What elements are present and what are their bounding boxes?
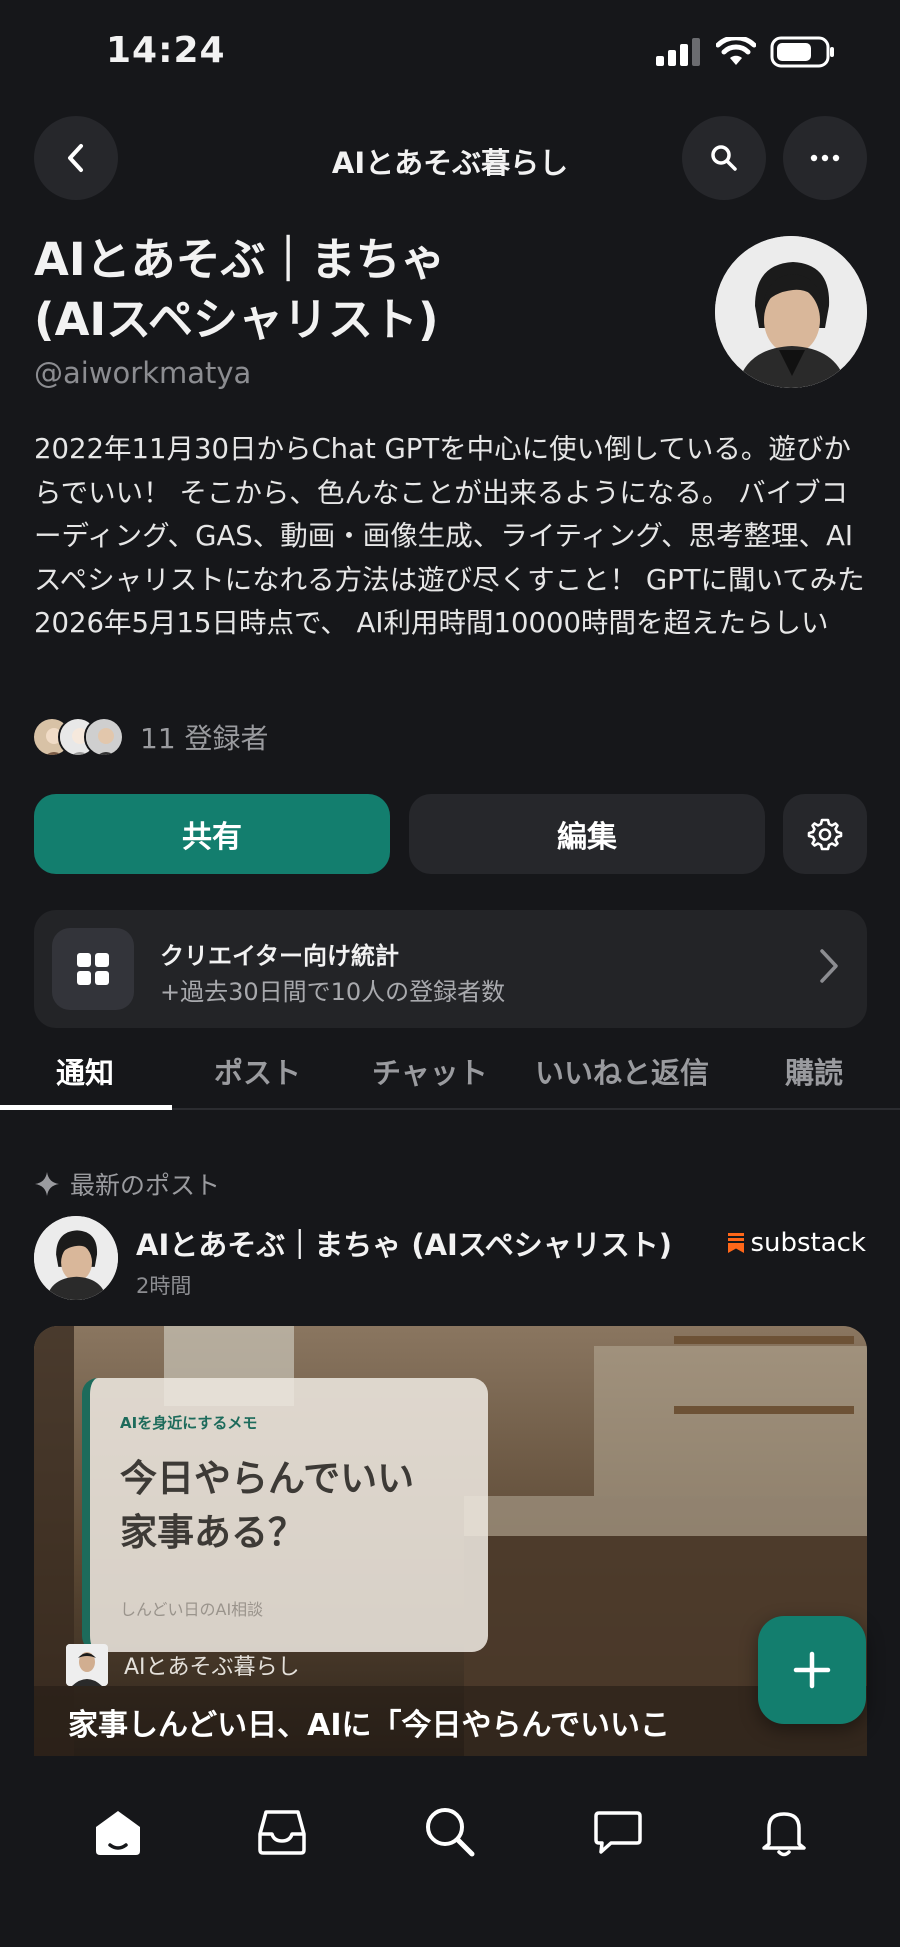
post-author-name[interactable]: AIとあそぶ｜まちゃ (AIスペシャリスト) <box>136 1222 672 1264</box>
person-portrait-icon <box>34 1216 118 1300</box>
nav-home[interactable] <box>82 1796 154 1868</box>
chat-bubble-icon <box>594 1811 642 1854</box>
nav-search[interactable] <box>414 1796 486 1868</box>
post-timestamp: 2時間 <box>136 1274 192 1298</box>
more-button[interactable] <box>783 116 867 200</box>
battery-icon <box>770 36 834 68</box>
memo-overlay: AIを身近にするメモ 今日やらんでいい 家事ある？ しんどい日のAI相談 <box>82 1378 488 1652</box>
profile-name-line1: AIとあそぶ｜まちゃ <box>34 233 446 286</box>
subscriber-count: 11 登録者 <box>140 722 269 755</box>
tab-likes-replies[interactable]: いいねと返信 <box>535 1050 709 1092</box>
share-button[interactable]: 共有 <box>34 794 390 874</box>
search-icon <box>711 145 737 171</box>
profile-avatar[interactable] <box>715 236 867 388</box>
memo-title: 今日やらんでいい 家事ある？ <box>120 1452 414 1560</box>
plus-icon <box>793 1651 831 1689</box>
top-bar: AIとあそぶ暮らし <box>0 116 900 200</box>
nav-chat[interactable] <box>582 1796 654 1868</box>
edit-button[interactable]: 編集 <box>409 794 765 874</box>
bottom-navigation <box>0 1756 900 1947</box>
subscribers-row[interactable]: 11 登録者 <box>32 714 269 760</box>
tab-notifications[interactable]: 通知 <box>56 1050 114 1092</box>
memo-title-line2: 家事ある？ <box>120 1511 305 1554</box>
status-bar: 14:24 <box>0 0 900 108</box>
home-icon <box>96 1811 140 1855</box>
bell-icon <box>762 1812 806 1857</box>
card-publication: AIとあそぶ暮らし <box>66 1644 300 1686</box>
memo-subtitle: しんどい日のAI相談 <box>120 1600 264 1619</box>
person-portrait-icon <box>715 236 867 388</box>
post-author-avatar[interactable] <box>34 1216 118 1300</box>
stats-subtitle: +過去30日間で10人の登録者数 <box>160 978 506 1006</box>
more-horizontal-icon <box>810 154 840 162</box>
substack-label: substack <box>750 1228 866 1258</box>
profile-name-line2: (AIスペシャリスト) <box>34 293 439 346</box>
search-button[interactable] <box>682 116 766 200</box>
active-tab-indicator <box>0 1105 172 1110</box>
substack-logo-icon <box>728 1233 745 1253</box>
profile-handle: @aiworkmatya <box>34 356 252 390</box>
search-icon <box>426 1808 475 1857</box>
chevron-right-icon <box>820 949 838 983</box>
latest-posts-text: 最新のポスト <box>70 1171 221 1200</box>
inbox-icon <box>258 1810 306 1855</box>
gear-icon <box>807 818 843 851</box>
creator-stats-card[interactable]: クリエイター向け統計 +過去30日間で10人の登録者数 <box>34 910 867 1028</box>
sparkle-icon <box>35 1172 59 1196</box>
profile-name: AIとあそぶ｜まちゃ (AIスペシャリスト) <box>34 230 674 350</box>
latest-posts-label: 最新のポスト <box>34 1166 220 1202</box>
settings-button[interactable] <box>783 794 867 874</box>
substack-badge: substack <box>728 1228 866 1258</box>
publication-logo-icon <box>66 1644 108 1686</box>
tab-posts[interactable]: ポスト <box>214 1050 301 1092</box>
wifi-icon <box>716 37 756 65</box>
tab-chat[interactable]: チャット <box>372 1050 488 1092</box>
nav-inbox[interactable] <box>246 1796 318 1868</box>
dashboard-grid-icon <box>77 953 109 985</box>
subscriber-avatar-icon <box>86 719 122 755</box>
publication-logo <box>66 1644 108 1686</box>
memo-title-line1: 今日やらんでいい <box>120 1457 415 1500</box>
status-time: 14:24 <box>106 30 226 71</box>
publication-name: AIとあそぶ暮らし <box>124 1655 300 1680</box>
post-headline: 家事しんどい日、AIに「今日やらんでいいこ <box>68 1708 670 1743</box>
stats-icon-box <box>52 928 134 1010</box>
tab-subscriptions[interactable]: 購読 <box>785 1050 843 1092</box>
stats-title: クリエイター向け統計 <box>160 942 400 970</box>
post-preview-card[interactable]: AIを身近にするメモ 今日やらんでいい 家事ある？ しんどい日のAI相談 AIと… <box>34 1326 867 1756</box>
profile-bio: 2022年11月30日からChat GPTを中心に使い倒している。遊びからでいい… <box>34 433 865 639</box>
profile-tabs: 通知 ポスト チャット いいねと返信 購読 <box>0 1040 900 1110</box>
subscriber-avatar <box>84 717 124 757</box>
compose-button[interactable] <box>758 1616 866 1724</box>
memo-kicker: AIを身近にするメモ <box>120 1414 258 1432</box>
nav-notifications[interactable] <box>748 1796 820 1868</box>
signal-icon <box>656 38 700 66</box>
